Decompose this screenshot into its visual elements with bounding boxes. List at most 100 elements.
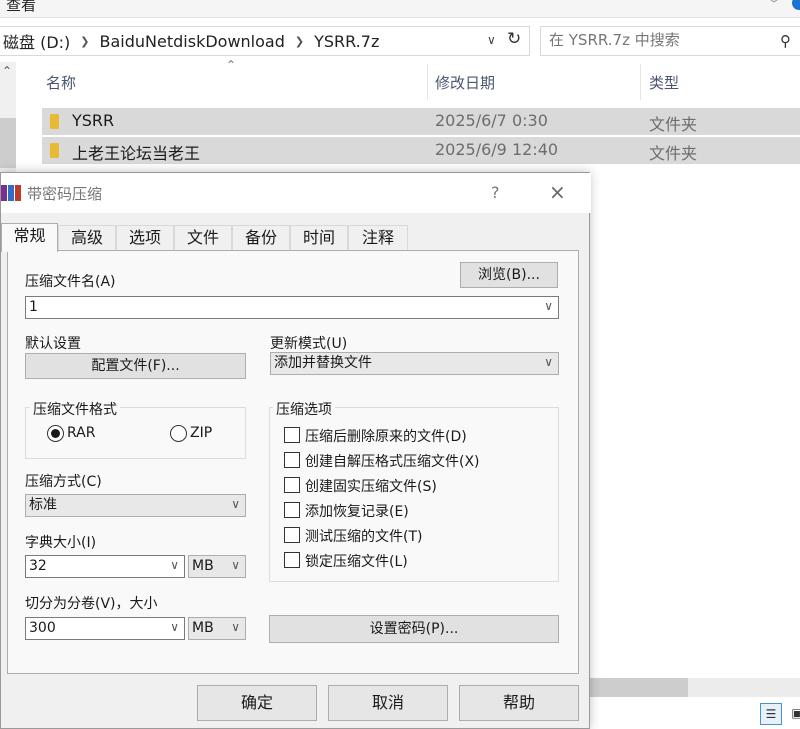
large-icons-view-icon[interactable]: ▣ (786, 703, 800, 725)
column-date[interactable]: 修改日期 (435, 72, 495, 93)
folder-icon (50, 114, 59, 129)
archive-format-title: 压缩文件格式 (30, 399, 120, 419)
compression-method-label: 压缩方式(C) (25, 474, 102, 490)
split-unit-select[interactable]: MB ∨ (188, 617, 246, 640)
tab-options[interactable]: 选项 (116, 225, 174, 251)
column-type[interactable]: 类型 (649, 72, 679, 93)
dictionary-unit-select[interactable]: MB ∨ (188, 555, 246, 578)
file-name: 上老王论坛当老王 (72, 144, 201, 163)
address-dropdown-icon[interactable]: ∨ (487, 33, 496, 47)
breadcrumb-separator-icon[interactable]: ❯ (289, 35, 310, 48)
address-row: 磁盘 (D:) ❯ BaiduNetdiskDownload ❯ YSRR.7z… (0, 26, 800, 58)
tab-general[interactable]: 常规 (1, 223, 58, 252)
tab-backup[interactable]: 备份 (232, 225, 290, 251)
compression-method-select[interactable]: 标准 ∨ (25, 494, 246, 517)
chevron-down-icon[interactable]: ∨ (231, 617, 240, 638)
browse-button[interactable]: 浏览(B)... (460, 262, 558, 288)
folder-icon (50, 143, 59, 158)
sfx-checkbox[interactable] (284, 452, 300, 468)
dictionary-size-field[interactable]: 32 ∨ (25, 555, 185, 578)
column-divider[interactable] (427, 64, 428, 100)
tab-advanced[interactable]: 高级 (58, 225, 116, 251)
scroll-up-arrow-icon[interactable]: ⌃ (2, 64, 12, 78)
lock-archive-checkbox[interactable] (284, 552, 300, 568)
breadcrumb-folder[interactable]: BaiduNetdiskDownload (96, 32, 289, 51)
chevron-down-icon[interactable]: ∨ (544, 296, 553, 317)
tab-comment[interactable]: 注释 (348, 225, 408, 251)
sfx-label[interactable]: 创建自解压格式压缩文件(X) (305, 451, 480, 471)
general-tab-panel: 压缩文件名(A) 浏览(B)... 1 ∨ 默认设置 配置文件(F)... 更新… (7, 250, 579, 674)
set-password-button[interactable]: 设置密码(P)... (269, 615, 559, 643)
recovery-record-label[interactable]: 添加恢复记录(E) (305, 501, 409, 521)
ribbon-collapse-chevron-icon[interactable]: ﹀ (768, 0, 780, 12)
dialog-title: 带密码压缩 (27, 185, 103, 203)
test-files-label[interactable]: 测试压缩的文件(T) (305, 526, 422, 546)
file-date: 2025/6/7 0:30 (435, 111, 548, 130)
file-date: 2025/6/9 12:40 (435, 140, 559, 159)
delete-after-checkbox[interactable] (284, 427, 300, 443)
split-unit-value: MB (192, 620, 214, 636)
horizontal-scrollbar-thumb[interactable] (588, 678, 688, 697)
solid-archive-label[interactable]: 创建固实压缩文件(S) (305, 476, 437, 496)
cancel-button[interactable]: 取消 (328, 685, 448, 721)
archive-dialog: 带密码压缩 ? × 常规 高级 选项 文件 备份 时间 注释 压缩文件名(A) … (0, 172, 591, 729)
lock-archive-label[interactable]: 锁定压缩文件(L) (305, 551, 408, 571)
help-icon[interactable] (792, 0, 800, 10)
nav-pane-scrollbar[interactable]: ⌃ (0, 62, 16, 172)
archive-name-field[interactable]: 1 ∨ (25, 296, 559, 319)
ribbon-tab-view[interactable]: 查看 (6, 0, 36, 15)
chevron-down-icon[interactable]: ∨ (231, 494, 240, 515)
column-divider[interactable] (640, 64, 641, 100)
format-rar-radio[interactable] (47, 425, 64, 442)
solid-archive-checkbox[interactable] (284, 477, 300, 493)
test-files-checkbox[interactable] (284, 527, 300, 543)
dictionary-size-value: 32 (29, 558, 47, 574)
delete-after-label[interactable]: 压缩后删除原来的文件(D) (305, 426, 467, 446)
compression-method-value: 标准 (29, 497, 57, 513)
profiles-button[interactable]: 配置文件(F)... (25, 353, 246, 379)
chevron-down-icon[interactable]: ∨ (544, 352, 553, 373)
file-type: 文件夹 (649, 115, 698, 134)
default-settings-label: 默认设置 (25, 336, 81, 352)
search-box[interactable] (540, 26, 800, 56)
column-name[interactable]: 名称 (46, 72, 76, 93)
search-input[interactable] (549, 31, 769, 49)
recovery-record-checkbox[interactable] (284, 502, 300, 518)
archive-name-label: 压缩文件名(A) (25, 274, 116, 290)
scrollbar-thumb[interactable] (0, 118, 16, 168)
format-zip-radio[interactable] (170, 425, 187, 442)
close-icon[interactable]: × (549, 180, 566, 204)
format-zip-label[interactable]: ZIP (190, 425, 212, 441)
split-volumes-label: 切分为分卷(V)，大小 (25, 596, 158, 612)
winrar-icon (1, 185, 21, 201)
tab-time[interactable]: 时间 (290, 225, 348, 251)
column-header: 名称 修改日期 类型 (42, 64, 800, 100)
details-view-icon[interactable]: ☰ (760, 703, 782, 725)
address-bar[interactable]: 磁盘 (D:) ❯ BaiduNetdiskDownload ❯ YSRR.7z… (0, 26, 530, 56)
help-button[interactable]: 帮助 (459, 685, 579, 721)
dialog-tabs: 常规 高级 选项 文件 备份 时间 注释 (1, 223, 591, 252)
search-icon[interactable]: ⚲ (780, 32, 791, 50)
file-type: 文件夹 (649, 144, 698, 163)
archiving-options-title: 压缩选项 (273, 399, 335, 419)
tab-files[interactable]: 文件 (174, 225, 232, 251)
file-row[interactable]: 上老王论坛当老王 2025/6/9 12:40 文件夹 (42, 137, 800, 164)
chevron-down-icon[interactable]: ∨ (231, 555, 240, 576)
format-rar-label[interactable]: RAR (67, 425, 95, 441)
file-row[interactable]: YSRR 2025/6/7 0:30 文件夹 (42, 108, 800, 135)
file-name: YSRR (72, 111, 115, 130)
refresh-icon[interactable]: ↻ (507, 29, 521, 49)
chevron-down-icon[interactable]: ∨ (170, 617, 179, 638)
split-size-field[interactable]: 300 ∨ (25, 617, 185, 640)
update-mode-label: 更新模式(U) (270, 336, 348, 352)
chevron-down-icon[interactable]: ∨ (170, 555, 179, 576)
breadcrumb-drive[interactable]: 磁盘 (D:) (0, 29, 74, 53)
dialog-title-bar[interactable]: 带密码压缩 ? × (1, 173, 591, 213)
ok-button[interactable]: 确定 (197, 685, 317, 721)
update-mode-value: 添加并替换文件 (274, 355, 372, 371)
dictionary-size-label: 字典大小(I) (25, 535, 97, 551)
help-question-icon[interactable]: ? (491, 183, 500, 202)
breadcrumb-separator-icon[interactable]: ❯ (74, 35, 95, 48)
update-mode-select[interactable]: 添加并替换文件 ∨ (270, 352, 559, 375)
breadcrumb-archive[interactable]: YSRR.7z (310, 32, 383, 51)
